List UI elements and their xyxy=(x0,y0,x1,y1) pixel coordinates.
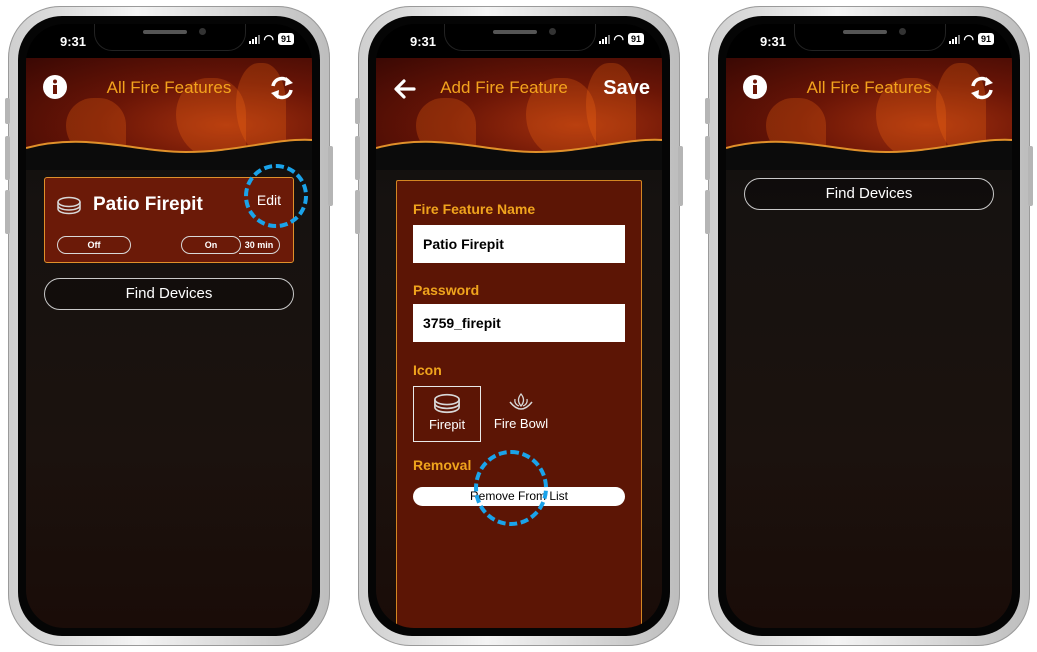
status-time: 9:31 xyxy=(60,34,87,49)
firepit-icon xyxy=(57,196,81,215)
phone-frame-1: 9:31 ◠ 91 All Fire Features Patio Firepi… xyxy=(5,6,333,646)
battery-indicator: 91 xyxy=(277,33,294,45)
phone-frame-2: 9:31 ◠ 91 Add Fire Feature Save Fire Fea… xyxy=(355,6,683,646)
signal-icon xyxy=(248,34,260,44)
status-bar: 9:31 ◠ 91 xyxy=(376,24,662,58)
edit-button[interactable]: Edit xyxy=(257,192,281,208)
signal-icon xyxy=(598,34,610,44)
find-devices-button[interactable]: Find Devices xyxy=(744,178,994,210)
wifi-icon: ◠ xyxy=(963,32,974,46)
status-bar: 9:31 ◠ 91 xyxy=(26,24,312,58)
screen-add-fire-feature: 9:31 ◠ 91 Add Fire Feature Save Fire Fea… xyxy=(376,24,662,628)
signal-icon xyxy=(948,34,960,44)
find-devices-button[interactable]: Find Devices xyxy=(44,278,294,310)
fire-feature-form: Fire Feature Name Patio Firepit Password… xyxy=(396,180,642,628)
icon-label: Icon xyxy=(413,362,442,378)
screen-all-fire-features-empty: 9:31 ◠ 91 All Fire Features Find Devices xyxy=(726,24,1012,628)
app-header: All Fire Features xyxy=(26,58,312,170)
refresh-icon[interactable] xyxy=(268,74,296,102)
password-field[interactable]: 3759_firepit xyxy=(413,304,625,342)
icon-option-firepit[interactable]: Firepit xyxy=(413,386,481,442)
icon-option-label: Firepit xyxy=(428,417,466,432)
password-label: Password xyxy=(413,282,480,298)
remove-from-list-button[interactable]: Remove From List xyxy=(413,487,625,506)
status-time: 9:31 xyxy=(760,34,787,49)
off-button[interactable]: Off xyxy=(57,236,131,254)
battery-indicator: 91 xyxy=(627,33,644,45)
refresh-icon[interactable] xyxy=(968,74,996,102)
battery-indicator: 91 xyxy=(977,33,994,45)
app-header: Add Fire Feature Save xyxy=(376,58,662,170)
timer-select[interactable]: 30 min xyxy=(239,236,280,254)
name-label: Fire Feature Name xyxy=(413,201,536,217)
on-button[interactable]: On xyxy=(181,236,241,254)
save-button[interactable]: Save xyxy=(603,77,650,100)
removal-label: Removal xyxy=(413,457,472,473)
status-time: 9:31 xyxy=(410,34,437,49)
fire-feature-card[interactable]: Patio Firepit Edit Off On 30 min xyxy=(44,177,294,263)
name-field[interactable]: Patio Firepit xyxy=(413,225,625,263)
app-header: All Fire Features xyxy=(726,58,1012,170)
fire-feature-name: Patio Firepit xyxy=(93,194,203,215)
icon-option-fire-bowl[interactable]: Fire Bowl xyxy=(485,386,557,442)
screen-all-fire-features: 9:31 ◠ 91 All Fire Features Patio Firepi… xyxy=(26,24,312,628)
status-bar: 9:31 ◠ 91 xyxy=(726,24,1012,58)
phone-frame-3: 9:31 ◠ 91 All Fire Features Find Devices xyxy=(705,6,1033,646)
wifi-icon: ◠ xyxy=(263,32,274,46)
fire-bowl-icon xyxy=(509,392,533,410)
firepit-icon xyxy=(434,393,460,414)
icon-option-label: Fire Bowl xyxy=(493,416,549,431)
wifi-icon: ◠ xyxy=(613,32,624,46)
